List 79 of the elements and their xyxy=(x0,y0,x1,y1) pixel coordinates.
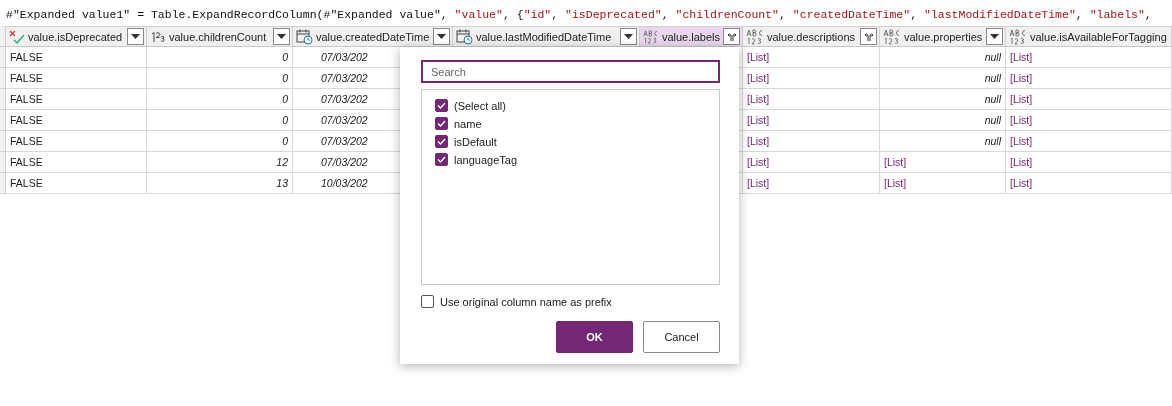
column-option-label[interactable]: (Select all) xyxy=(454,99,506,112)
prefix-option-label[interactable]: Use original column name as prefix xyxy=(440,295,612,308)
search-field[interactable]: Search xyxy=(421,60,720,83)
table-cell: [List] xyxy=(1006,68,1172,89)
table-cell: [List] xyxy=(743,47,880,68)
column-filter-button[interactable] xyxy=(273,28,290,45)
expand-column-button[interactable] xyxy=(723,28,740,45)
table-cell: FALSE xyxy=(6,68,147,89)
checkbox[interactable] xyxy=(421,295,434,308)
column-filter-button[interactable] xyxy=(620,28,637,45)
formula-text: #"Expanded value1" = Table.ExpandRecordColumn(#"Expanded value", "value", {"id", "isDeprecated", "childrenCount", "createdDateTime", "lastModifiedDateTime", "labels", xyxy=(5,7,1153,23)
table-cell: [List] xyxy=(880,173,1006,194)
table-cell: FALSE xyxy=(6,173,147,194)
caret-icon xyxy=(277,33,286,40)
table-cell: null xyxy=(880,110,1006,131)
column-option-label[interactable]: isDefault xyxy=(454,135,497,148)
caret-icon xyxy=(990,33,999,40)
table-cell: [List] xyxy=(743,131,880,152)
table-cell: null xyxy=(880,47,1006,68)
table-cell: 12 xyxy=(147,152,293,173)
table-cell: 0 xyxy=(147,68,293,89)
table-cell: [List] xyxy=(743,152,880,173)
checkbox[interactable] xyxy=(435,99,448,112)
column-header[interactable]: value.labels xyxy=(640,26,743,47)
table-cell: [List] xyxy=(743,89,880,110)
table-cell: [List] xyxy=(743,173,880,194)
any-type-icon xyxy=(883,28,901,45)
expand-column-button[interactable] xyxy=(860,28,877,45)
table-cell: FALSE xyxy=(6,152,147,173)
column-header[interactable]: value.descriptions xyxy=(743,26,880,47)
true-false-icon xyxy=(9,29,25,44)
table-cell: [List] xyxy=(743,110,880,131)
table-cell: [List] xyxy=(1006,89,1172,110)
expand-icon xyxy=(862,31,875,42)
checkbox[interactable] xyxy=(435,153,448,166)
table-cell: [List] xyxy=(743,68,880,89)
column-header[interactable]: value.createdDateTime xyxy=(293,26,453,47)
calendar-clock-icon xyxy=(296,28,313,45)
table-cell: [List] xyxy=(1006,47,1172,68)
column-header[interactable]: value.childrenCount xyxy=(147,26,293,47)
table-cell: 0 xyxy=(147,47,293,68)
table-cell: null xyxy=(880,68,1006,89)
table-cell: [List] xyxy=(1006,110,1172,131)
table-cell: null xyxy=(880,131,1006,152)
table-cell: FALSE xyxy=(6,89,147,110)
checkbox[interactable] xyxy=(435,135,448,148)
column-filter-button[interactable] xyxy=(986,28,1003,45)
column-option-label[interactable]: name xyxy=(454,117,482,130)
table-cell: 0 xyxy=(147,110,293,131)
table-cell: FALSE xyxy=(6,47,147,68)
any-type-icon xyxy=(643,28,659,45)
checkbox[interactable] xyxy=(435,117,448,130)
caret-icon xyxy=(437,33,446,40)
column-header[interactable]: value.properties xyxy=(880,26,1006,47)
column-filter-button[interactable] xyxy=(127,28,144,45)
column-header[interactable]: value.isDeprecated xyxy=(6,26,147,47)
calendar-clock-icon xyxy=(456,28,473,45)
column-option-label[interactable]: languageTag xyxy=(454,153,517,166)
table-cell: null xyxy=(880,89,1006,110)
any-type-icon xyxy=(746,28,764,45)
any-type-icon xyxy=(1009,28,1027,45)
caret-icon xyxy=(131,33,140,40)
column-filter-button[interactable] xyxy=(433,28,450,45)
whole-number-icon xyxy=(150,29,166,44)
column-header[interactable]: value.isAvailableForTagging xyxy=(1006,26,1172,47)
table-cell: [List] xyxy=(1006,173,1172,194)
table-cell: [List] xyxy=(1006,131,1172,152)
table-cell: 0 xyxy=(147,89,293,110)
caret-icon xyxy=(624,33,633,40)
column-header[interactable]: value.lastModifiedDateTime xyxy=(453,26,640,47)
cancel-button[interactable]: Cancel xyxy=(643,321,720,353)
table-cell: [List] xyxy=(1006,152,1172,173)
table-cell: FALSE xyxy=(6,131,147,152)
table-cell: [List] xyxy=(880,152,1006,173)
ok-button[interactable]: OK xyxy=(556,321,633,353)
table-cell: 0 xyxy=(147,131,293,152)
expand-icon xyxy=(725,31,738,42)
table-cell: FALSE xyxy=(6,110,147,131)
table-cell: 13 xyxy=(147,173,293,194)
